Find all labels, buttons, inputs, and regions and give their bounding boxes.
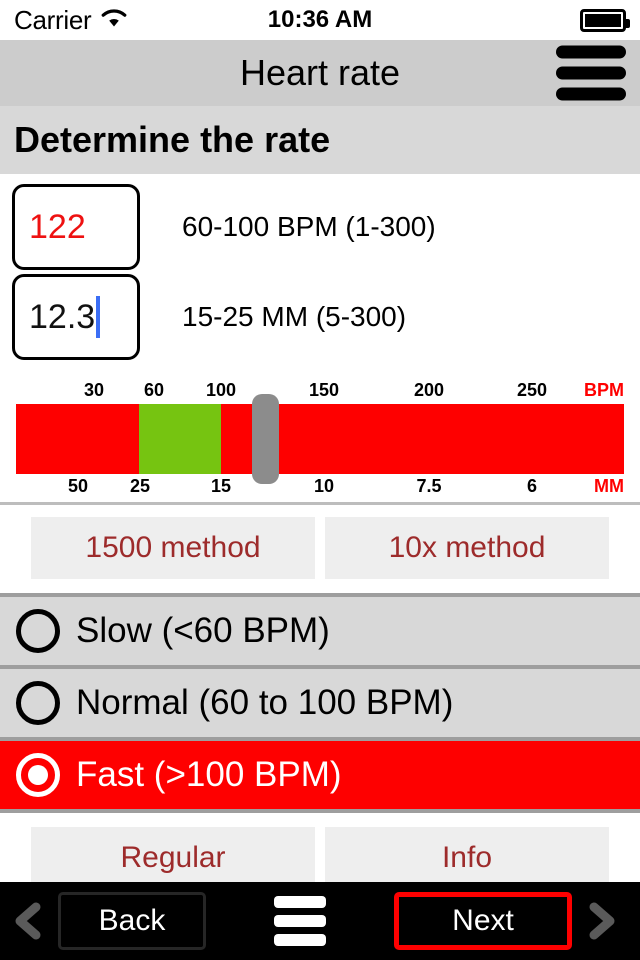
inputs-area: 122 60-100 BPM (1-300) 12.3 15-25 MM (5-… bbox=[0, 174, 640, 362]
rate-option-fast-label: Fast (>100 BPM) bbox=[76, 755, 342, 794]
gauge-tick-mm-0: 50 bbox=[67, 476, 89, 496]
gauge-tick-bpm-4: 200 bbox=[413, 380, 445, 400]
gauge-tick-bpm-1: 60 bbox=[143, 380, 165, 400]
gauge-tick-bpm-0: 30 bbox=[83, 380, 105, 400]
gauge-tick-mm-4: 7.5 bbox=[416, 476, 442, 496]
page-title: Heart rate bbox=[239, 52, 401, 93]
chevron-left-icon[interactable] bbox=[6, 898, 52, 944]
bpm-input-label: 60-100 BPM (1-300) bbox=[182, 211, 436, 242]
rate-option-normal[interactable]: Normal (60 to 100 BPM) bbox=[0, 669, 640, 737]
gauge-tick-bpm-3: 150 bbox=[308, 380, 340, 400]
section-title: Determine the rate bbox=[14, 119, 331, 160]
gauge-tick-mm-3: 10 bbox=[313, 476, 335, 496]
method-1500-button[interactable]: 1500 method bbox=[31, 517, 315, 579]
mm-input-row: 12.3 15-25 MM (5-300) bbox=[0, 272, 640, 362]
rate-option-slow-label: Slow (<60 BPM) bbox=[76, 611, 330, 650]
mm-input-label: 15-25 MM (5-300) bbox=[182, 301, 407, 332]
app-root: Carrier 10:36 AM Heart rate Determine th… bbox=[0, 0, 640, 960]
text-cursor bbox=[96, 296, 101, 338]
gauge-tick-bpm-5: 250 bbox=[516, 380, 548, 400]
radio-icon bbox=[16, 681, 60, 725]
gauge-tick-bpm-2: 100 bbox=[205, 380, 237, 400]
back-button[interactable]: Back bbox=[58, 892, 206, 950]
gauge-tick-mm-2: 15 bbox=[210, 476, 232, 496]
navigation-bar: Heart rate bbox=[0, 40, 640, 106]
bottom-toolbar: Back Next bbox=[0, 882, 640, 960]
next-button[interactable]: Next bbox=[394, 892, 572, 950]
bpm-input-row: 122 60-100 BPM (1-300) bbox=[0, 182, 640, 272]
bpm-input[interactable]: 122 bbox=[12, 184, 140, 270]
method-10x-button[interactable]: 10x method bbox=[325, 517, 609, 579]
gauge-top-ticks: 30 60 100 150 200 250 BPM bbox=[16, 380, 624, 402]
gauge-unit-mm: MM bbox=[594, 476, 624, 496]
gauge-tick-mm-5: 6 bbox=[526, 476, 538, 496]
hamburger-menu-icon[interactable] bbox=[556, 45, 626, 101]
rate-option-fast[interactable]: Fast (>100 BPM) bbox=[0, 741, 640, 809]
chevron-right-icon[interactable] bbox=[578, 898, 624, 944]
status-bar-right bbox=[580, 8, 630, 32]
mm-input[interactable]: 12.3 bbox=[12, 274, 140, 360]
carrier-label: Carrier bbox=[14, 4, 92, 35]
mm-input-value: 12.3 bbox=[29, 297, 96, 336]
rate-gauge[interactable]: 30 60 100 150 200 250 BPM 50 25 15 10 7.… bbox=[0, 372, 640, 502]
gauge-normal-zone bbox=[139, 404, 221, 474]
battery-icon bbox=[580, 8, 630, 32]
rate-option-normal-label: Normal (60 to 100 BPM) bbox=[76, 683, 454, 722]
gauge-bottom-ticks: 50 25 15 10 7.5 6 MM bbox=[16, 476, 624, 498]
rate-option-slow[interactable]: Slow (<60 BPM) bbox=[0, 597, 640, 665]
gauge-track[interactable] bbox=[16, 404, 624, 474]
bpm-input-value: 122 bbox=[29, 207, 86, 246]
section-header: Determine the rate bbox=[0, 106, 640, 174]
info-button[interactable]: Info bbox=[325, 827, 609, 889]
radio-icon bbox=[16, 609, 60, 653]
status-bar-left: Carrier bbox=[14, 5, 129, 36]
bottom-actions-row: Regular Info bbox=[0, 813, 640, 889]
radio-selected-icon bbox=[16, 753, 60, 797]
gauge-tick-mm-1: 25 bbox=[129, 476, 151, 496]
regular-button[interactable]: Regular bbox=[31, 827, 315, 889]
status-bar: Carrier 10:36 AM bbox=[0, 0, 640, 40]
gauge-unit-bpm: BPM bbox=[584, 380, 624, 400]
wifi-icon bbox=[99, 6, 129, 35]
hamburger-menu-icon[interactable] bbox=[274, 896, 326, 946]
method-buttons-row: 1500 method 10x method bbox=[0, 505, 640, 593]
gauge-thumb[interactable] bbox=[252, 394, 279, 484]
